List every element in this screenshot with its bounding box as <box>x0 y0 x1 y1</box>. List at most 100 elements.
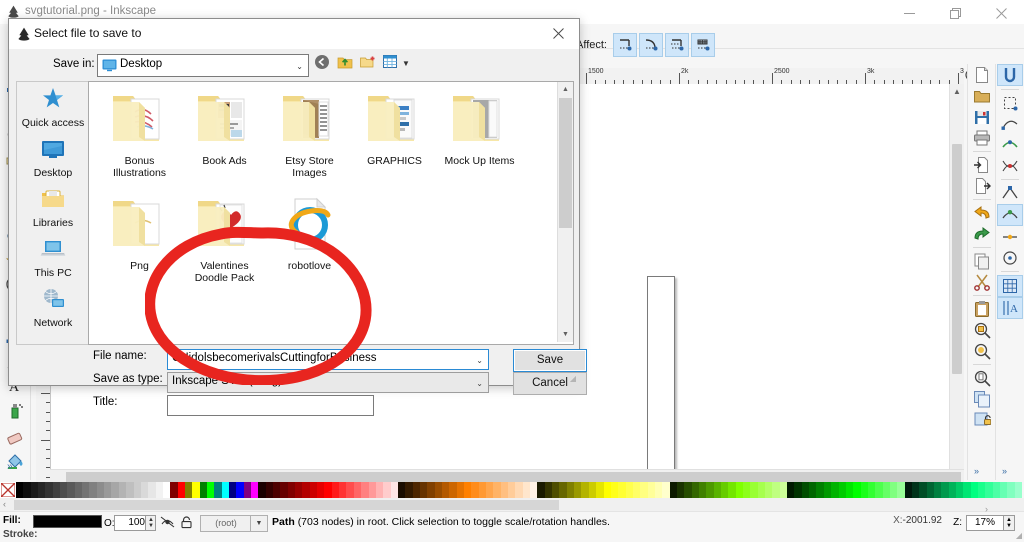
palette-swatch[interactable] <box>721 482 729 498</box>
palette-swatch[interactable] <box>706 482 714 498</box>
new-folder-icon[interactable] <box>360 54 376 73</box>
file-list-scrollbar[interactable]: ▲ ▼ <box>557 82 573 342</box>
palette-swatch[interactable] <box>199 482 207 498</box>
palette-swatch[interactable] <box>1014 482 1023 498</box>
palette-swatch[interactable] <box>1000 482 1008 498</box>
palette-swatch[interactable] <box>427 482 435 498</box>
place-item-network[interactable]: Network <box>17 282 89 332</box>
palette-swatch[interactable] <box>787 482 795 498</box>
palette-swatch[interactable] <box>956 482 964 498</box>
window-close-button[interactable] <box>980 0 1024 24</box>
palette-swatch[interactable] <box>192 482 200 498</box>
palette-swatch[interactable] <box>647 482 655 498</box>
palette-swatch[interactable] <box>390 482 398 498</box>
palette-swatch[interactable] <box>508 482 516 498</box>
fill-color-swatch[interactable] <box>33 515 102 528</box>
palette-swatch[interactable] <box>801 482 810 498</box>
palette-swatch[interactable] <box>919 482 927 498</box>
palette-swatch[interactable] <box>970 482 979 498</box>
palette-swatch[interactable] <box>486 482 494 498</box>
no-color-icon[interactable] <box>0 482 16 498</box>
place-item-this-pc[interactable]: This PC <box>17 232 89 282</box>
palette-scrollbar[interactable]: ‹ <box>0 498 1024 512</box>
palette-swatch[interactable] <box>992 482 1001 498</box>
palette-swatch[interactable] <box>478 482 486 498</box>
snap-nodes-icon[interactable] <box>998 114 1022 134</box>
statusbar-expand-icon[interactable]: › <box>985 504 988 514</box>
import-icon[interactable] <box>970 155 994 175</box>
palette-swatch[interactable] <box>926 482 934 498</box>
chevron-down-icon[interactable]: ⌄ <box>296 62 303 71</box>
palette-swatch[interactable] <box>552 482 560 498</box>
horizontal-scroll-thumb[interactable] <box>66 472 961 482</box>
palette-swatch[interactable] <box>82 482 90 498</box>
palette-swatch[interactable] <box>904 482 912 498</box>
paste-icon[interactable] <box>970 299 994 319</box>
palette-swatch[interactable] <box>875 482 883 498</box>
opacity-input[interactable]: 100 <box>114 515 148 531</box>
palette-swatch[interactable] <box>287 482 296 498</box>
palette-swatch[interactable] <box>133 482 141 498</box>
palette-swatch[interactable] <box>353 482 362 498</box>
affect-scale-icon[interactable] <box>638 33 663 57</box>
layer-dropdown-icon[interactable]: ▼ <box>250 515 268 532</box>
palette-swatch[interactable] <box>96 482 105 498</box>
palette-swatch[interactable] <box>368 482 376 498</box>
palette-swatch[interactable] <box>772 482 780 498</box>
chevron-down-icon[interactable]: ⌄ <box>476 356 483 365</box>
palette-swatch[interactable] <box>236 482 244 498</box>
palette-swatch[interactable] <box>794 482 802 498</box>
palette-swatch[interactable] <box>625 482 633 498</box>
palette-swatch[interactable] <box>632 482 641 498</box>
snap-guides-icon[interactable]: A <box>997 297 1023 319</box>
palette-swatch[interactable] <box>853 482 861 498</box>
color-palette[interactable] <box>0 482 1024 498</box>
palette-swatch[interactable] <box>610 482 619 498</box>
palette-swatch[interactable] <box>177 482 185 498</box>
affect-move-icon[interactable] <box>612 33 637 57</box>
palette-swatch[interactable] <box>214 482 222 498</box>
palette-swatch[interactable] <box>52 482 61 498</box>
palette-swatch[interactable] <box>911 482 920 498</box>
palette-swatch[interactable] <box>867 482 876 498</box>
palette-swatch[interactable] <box>302 482 310 498</box>
palette-swatch[interactable] <box>324 482 332 498</box>
title-input[interactable] <box>167 395 374 416</box>
save-as-type-combobox[interactable]: Inkscape SVG (*.svg) ⌄ <box>167 372 489 393</box>
palette-swatch[interactable] <box>331 482 340 498</box>
print-icon[interactable] <box>970 128 994 148</box>
palette-swatch[interactable] <box>537 482 545 498</box>
file-list-scroll-up-icon[interactable]: ▲ <box>558 82 573 97</box>
zoom-input[interactable]: 17% <box>966 515 1004 531</box>
palette-swatch[interactable] <box>838 482 846 498</box>
palette-swatch[interactable] <box>339 482 347 498</box>
file-item[interactable]: Etsy Store Images <box>267 90 352 195</box>
dialog-close-button[interactable] <box>537 19 579 48</box>
palette-swatch[interactable] <box>750 482 758 498</box>
up-folder-icon[interactable] <box>337 54 353 73</box>
new-document-icon[interactable] <box>970 65 994 85</box>
zoom-stepper[interactable]: ▲ ▼ <box>1003 515 1015 531</box>
views-icon[interactable] <box>383 54 399 73</box>
palette-swatch[interactable] <box>698 482 707 498</box>
palette-swatch[interactable] <box>941 482 949 498</box>
undo-icon[interactable] <box>970 203 994 223</box>
paintbucket-tool-icon[interactable] <box>2 449 28 473</box>
palette-swatch[interactable] <box>544 482 553 498</box>
window-maximize-button[interactable] <box>934 0 978 24</box>
palette-swatch[interactable] <box>140 482 149 498</box>
palette-swatch[interactable] <box>60 482 68 498</box>
palette-swatch[interactable] <box>419 482 428 498</box>
palette-swatch[interactable] <box>434 482 442 498</box>
palette-swatch[interactable] <box>346 482 354 498</box>
palette-swatch[interactable] <box>463 482 472 498</box>
affect-pattern-icon[interactable] <box>690 33 715 57</box>
palette-swatch[interactable] <box>162 482 171 498</box>
palette-swatch[interactable] <box>89 482 97 498</box>
palette-swatch[interactable] <box>889 482 898 498</box>
palette-swatch[interactable] <box>104 482 112 498</box>
palette-swatch[interactable] <box>74 482 83 498</box>
file-item[interactable]: GRAPHICS <box>352 90 437 195</box>
palette-swatch[interactable] <box>184 482 193 498</box>
palette-swatch[interactable] <box>405 482 413 498</box>
